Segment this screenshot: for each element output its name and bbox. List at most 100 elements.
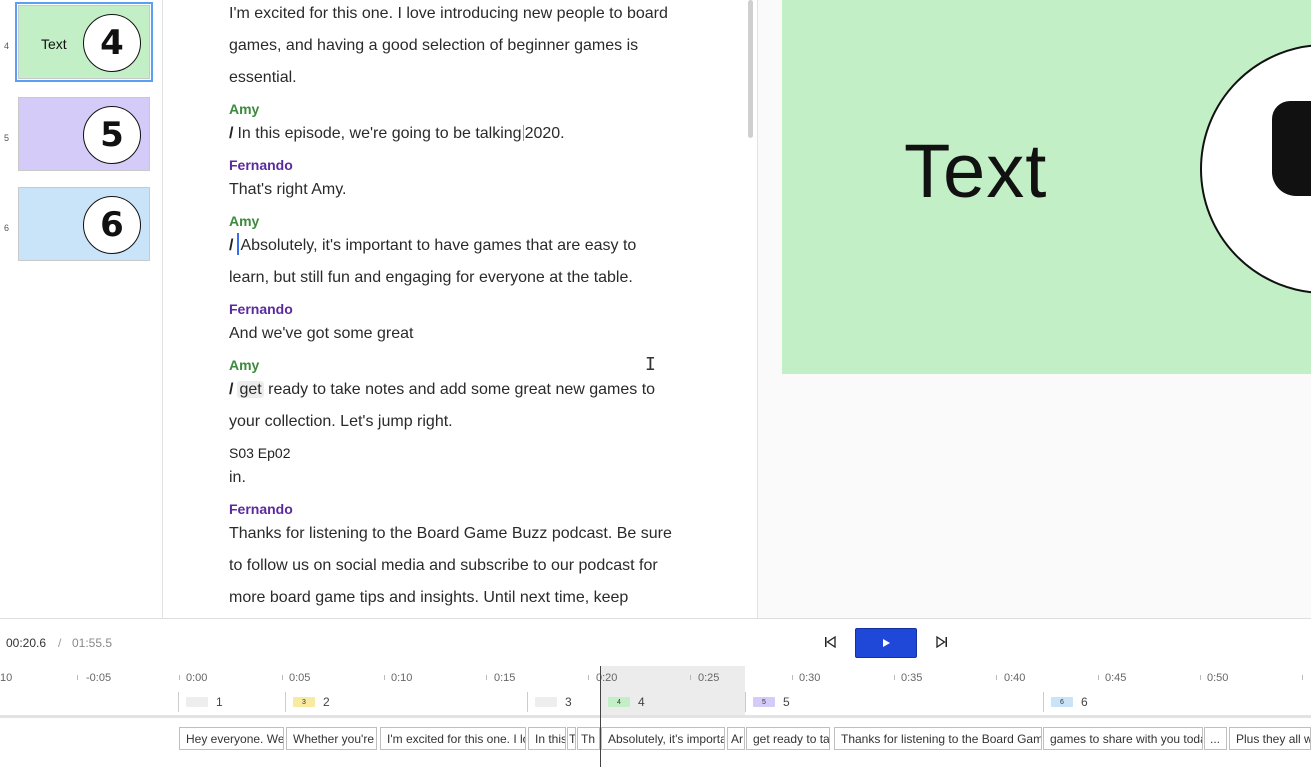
- ruler-tick: [690, 675, 691, 680]
- scene-break-marker[interactable]: /: [229, 125, 233, 142]
- text-caret: [522, 125, 524, 141]
- speaker-label[interactable]: Amy: [229, 101, 259, 117]
- speaker-label[interactable]: Fernando: [229, 301, 293, 317]
- speaker-label[interactable]: Amy: [229, 213, 259, 229]
- scene-item-4[interactable]: 4 Text 4: [0, 2, 163, 85]
- transcript-clip[interactable]: Thanks for listening to the Board Gam: [834, 727, 1042, 750]
- skip-forward-button[interactable]: [932, 632, 952, 652]
- scene-number: 5: [4, 133, 10, 143]
- transcript-clip[interactable]: Hey everyone. Wel: [179, 727, 284, 750]
- transcript-clip[interactable]: Ar: [727, 727, 745, 750]
- scene-title-label[interactable]: S03 Ep02: [229, 445, 291, 461]
- scene-marker-label: 6: [1081, 695, 1088, 709]
- transcript-clip[interactable]: games to share with you toda: [1043, 727, 1203, 750]
- scene-badge: 4: [83, 14, 141, 72]
- highlighted-word[interactable]: get: [237, 381, 264, 398]
- timeline[interactable]: 10 -0:05 0:00 0:05 0:10 0:15 0:20 0:25 0…: [0, 666, 1311, 767]
- scene-thumbnail[interactable]: Text 4: [15, 2, 153, 82]
- timeline-scene-2[interactable]: 3 2: [285, 692, 330, 712]
- ruler-label: 0:30: [799, 672, 821, 684]
- ruler-tick: [792, 675, 793, 680]
- scene-divider: [285, 692, 286, 712]
- scene-chip: 3: [293, 697, 315, 707]
- timeline-scene-4[interactable]: 4 4: [600, 692, 645, 712]
- scene-break-marker[interactable]: /: [229, 381, 233, 398]
- ruler-tick: [77, 675, 78, 680]
- canvas-badge-circle[interactable]: [1200, 44, 1311, 294]
- transcript-clip[interactable]: I'm excited for this one. I lo: [380, 727, 526, 750]
- transcript-line: your collection. Let's jump right.: [229, 413, 453, 430]
- total-duration: 01:55.5: [72, 636, 113, 650]
- transcript-line: games, and having a good selection of be…: [229, 37, 639, 54]
- transcript-line: Thanks for listening to the Board Game B…: [229, 525, 672, 542]
- transcript-clip[interactable]: Absolutely, it's importa: [601, 727, 725, 750]
- speaker-label[interactable]: Amy: [229, 357, 259, 373]
- transcript-line: I'm excited for this one. I love introdu…: [229, 5, 668, 22]
- transcript-paragraph[interactable]: I'm excited for this one. I love introdu…: [229, 0, 699, 94]
- transcript-line: essential.: [229, 69, 297, 86]
- scene-chip: 6: [1051, 697, 1073, 707]
- transcript-paragraph[interactable]: / get ready to take notes and add some gr…: [229, 374, 699, 438]
- transcript-paragraph[interactable]: in.: [229, 462, 699, 494]
- canvas-text-layer[interactable]: Text: [904, 128, 1047, 215]
- skip-forward-icon: [936, 636, 947, 648]
- ruler-label: 10: [0, 672, 13, 684]
- collapsed-clips-button[interactable]: ...: [1204, 727, 1227, 750]
- skip-back-button[interactable]: [820, 632, 840, 652]
- ruler-label: 0:10: [391, 672, 413, 684]
- transcript-paragraph[interactable]: That's right Amy.: [229, 174, 699, 206]
- transcript-paragraph[interactable]: / Absolutely, it's important to have game…: [229, 230, 699, 294]
- i-beam-cursor-icon: I: [645, 354, 656, 375]
- scene-chip: [186, 697, 208, 707]
- timeline-scene-3[interactable]: 3: [527, 692, 572, 712]
- transcript-paragraph[interactable]: Thanks for listening to the Board Game B…: [229, 518, 699, 614]
- ruler-label: -0:05: [86, 672, 112, 684]
- transcript-scrollbar[interactable]: [748, 0, 753, 138]
- transcript-clip[interactable]: Whether you're: [286, 727, 377, 750]
- scene-item-5[interactable]: 5 5: [0, 97, 163, 177]
- transcript-clip[interactable]: Plus they all w: [1229, 727, 1311, 750]
- ruler-tick: [1098, 675, 1099, 680]
- ruler-tick: [996, 675, 997, 680]
- ruler-label: 0:45: [1105, 672, 1127, 684]
- transcript-clip[interactable]: In this: [528, 727, 566, 750]
- ruler-tick: [384, 675, 385, 680]
- transcript-editor[interactable]: I'm excited for this one. I love introdu…: [164, 0, 757, 618]
- timeline-scene-6[interactable]: 6 6: [1043, 692, 1088, 712]
- scene-item-6[interactable]: 6 6: [0, 187, 163, 267]
- ruler-label: 0:50: [1207, 672, 1229, 684]
- ruler-tick: [282, 675, 283, 680]
- ruler-label: 0:40: [1004, 672, 1026, 684]
- transcript-line: to follow us on social media and subscri…: [229, 557, 658, 574]
- scene-chip: 4: [608, 697, 630, 707]
- transcript-paragraph[interactable]: / In this episode, we're going to be talk…: [229, 118, 699, 150]
- play-button[interactable]: [855, 628, 917, 658]
- skip-back-icon: [825, 636, 836, 648]
- scene-thumbnail-label: Text: [41, 36, 67, 52]
- scene-marker-label: 4: [638, 695, 645, 709]
- transcript-span: In this episode, we're going to be talki…: [237, 125, 522, 142]
- playhead[interactable]: [600, 666, 601, 767]
- transcript-span: 2020.: [524, 125, 565, 142]
- scene-number: 4: [4, 41, 10, 51]
- scene-thumbnail[interactable]: 6: [18, 187, 150, 261]
- ruler-tick: [1200, 675, 1201, 680]
- transcript-clip[interactable]: T: [567, 727, 576, 750]
- scene-break-marker[interactable]: /: [229, 237, 233, 254]
- preview-canvas[interactable]: Text: [782, 0, 1311, 374]
- speaker-label[interactable]: Fernando: [229, 501, 293, 517]
- canvas-badge-glyph: [1272, 101, 1311, 196]
- transcript-line: learn, but still fun and engaging for ev…: [229, 269, 633, 286]
- transcript-clip[interactable]: Th: [577, 727, 600, 750]
- ruler-tick: [588, 675, 589, 680]
- timeline-scene-1[interactable]: 1: [178, 692, 223, 712]
- scene-marker-label: 1: [216, 695, 223, 709]
- timeline-scene-5[interactable]: 5 5: [745, 692, 790, 712]
- scene-thumbnail[interactable]: 5: [18, 97, 150, 171]
- speaker-label[interactable]: Fernando: [229, 157, 293, 173]
- current-time: 00:20.6: [6, 636, 47, 650]
- playback-controls: 00:20.6 / 01:55.5: [0, 618, 1311, 666]
- transcript-clip[interactable]: get ready to ta: [746, 727, 830, 750]
- time-separator: /: [58, 636, 62, 650]
- transcript-paragraph[interactable]: And we've got some great: [229, 318, 699, 350]
